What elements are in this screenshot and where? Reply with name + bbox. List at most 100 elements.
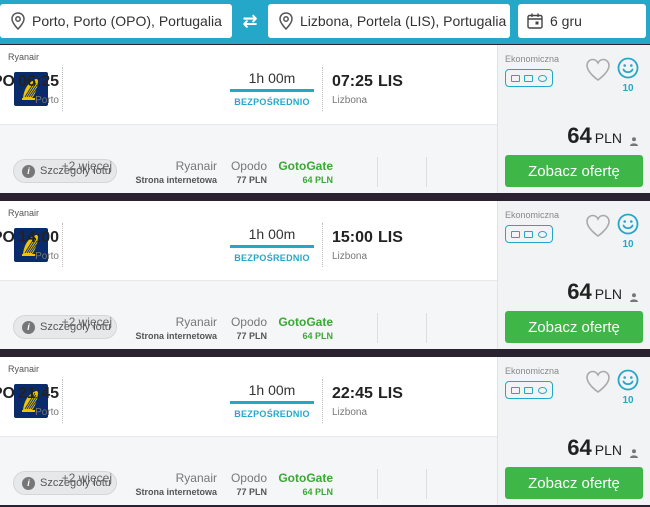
luggage-icon — [524, 386, 534, 394]
price-currency: PLN — [594, 442, 622, 458]
provider-sub: Strona internetowa — [135, 331, 217, 341]
cabin-amenities — [505, 225, 553, 243]
departure-time: 14:00 — [18, 229, 59, 246]
origin-code: OPO — [0, 229, 15, 246]
search-bar: Porto, Porto (OPO), Portugalia ⇄ Lizbona… — [0, 0, 650, 44]
smiley-icon — [617, 213, 639, 235]
separator — [377, 469, 378, 499]
provider-gotogate[interactable]: GotoGate 64 PLN — [278, 471, 333, 497]
flight-card: Ryanair OPO 06:25 Porto 1h 00m BEZPOŚRED… — [0, 45, 650, 193]
flight-card: Ryanair OPO 21:45 Porto 1h 00m BEZPOŚRED… — [0, 357, 650, 505]
provider-name: Opodo — [230, 159, 267, 173]
separator — [377, 313, 378, 343]
origin-city: Porto — [35, 251, 59, 262]
separator — [426, 157, 427, 187]
calendar-icon — [527, 13, 543, 29]
flight-duration: 1h 00m — [248, 70, 296, 86]
heart-icon[interactable] — [585, 57, 611, 83]
provider-price: 77 PLN — [236, 487, 267, 497]
separator — [62, 67, 63, 111]
view-offer-button[interactable]: Zobacz ofertę — [505, 311, 643, 343]
provider-price: 77 PLN — [236, 331, 267, 341]
view-offer-button[interactable]: Zobacz ofertę — [505, 467, 643, 499]
luggage-icon — [524, 74, 534, 82]
provider-gotogate[interactable]: GotoGate 64 PLN — [278, 315, 333, 341]
heart-icon[interactable] — [585, 213, 611, 239]
separator — [62, 379, 63, 423]
provider-name: Opodo — [230, 471, 267, 485]
rating-score: 10 — [622, 395, 634, 406]
rating-score: 10 — [622, 239, 634, 250]
smiley-icon — [617, 369, 639, 391]
provider-name: GotoGate — [278, 159, 333, 173]
provider-opodo[interactable]: Opodo 77 PLN — [231, 315, 267, 341]
departure-time: 06:25 — [18, 73, 59, 90]
provider-opodo[interactable]: Opodo 77 PLN — [231, 471, 267, 497]
flight-details-pane: Ryanair OPO 21:45 Porto 1h 00m BEZPOŚRED… — [0, 357, 497, 505]
separator — [322, 67, 323, 111]
destination-city: Lizbona — [332, 251, 368, 262]
more-providers-link[interactable]: +2 więcej — [62, 315, 112, 329]
duration-line — [230, 89, 314, 92]
provider-gotogate[interactable]: GotoGate 64 PLN — [278, 159, 333, 185]
provider-price: 77 PLN — [236, 175, 267, 185]
price-amount: 64 — [567, 123, 592, 148]
cabin-amenities — [505, 381, 553, 399]
separator — [426, 469, 427, 499]
provider-name: Ryanair — [175, 159, 217, 173]
direct-label: BEZPOŚREDNIO — [234, 409, 310, 419]
arrival-time: 15:00 — [332, 229, 373, 246]
flight-card: Ryanair OPO 14:00 Porto 1h 00m BEZPOŚRED… — [0, 201, 650, 349]
price-amount: 64 — [567, 279, 592, 304]
price-pane: Ekonomiczna 10 64 PLN Zobacz ofertę — [497, 45, 650, 193]
map-pin-icon — [11, 12, 25, 30]
phone-icon — [537, 74, 547, 82]
cabin-class: Ekonomiczna — [505, 210, 560, 220]
direct-label: BEZPOŚREDNIO — [234, 253, 310, 263]
seat-icon — [511, 386, 521, 394]
more-providers-link[interactable]: +2 więcej — [62, 159, 112, 173]
airline-name: Ryanair — [8, 364, 40, 374]
phone-icon — [537, 386, 547, 394]
duration-line — [230, 245, 314, 248]
map-pin-icon — [279, 12, 293, 30]
heart-icon[interactable] — [585, 369, 611, 395]
provider-opodo[interactable]: Opodo 77 PLN — [231, 159, 267, 185]
providers-row: i Szczegóły lotu +2 więcej Ryanair Stron… — [0, 436, 497, 505]
origin-city: Porto — [35, 95, 59, 106]
airline-name: Ryanair — [8, 52, 40, 62]
arrival-time: 22:45 — [332, 385, 373, 402]
flight-details-pane: Ryanair OPO 06:25 Porto 1h 00m BEZPOŚRED… — [0, 45, 497, 193]
destination-city: Lizbona — [332, 95, 368, 106]
price: 64 PLN — [567, 123, 622, 149]
origin-code: OPO — [0, 73, 15, 90]
provider-sub: Strona internetowa — [135, 487, 217, 497]
price: 64 PLN — [567, 279, 622, 305]
price: 64 PLN — [567, 435, 622, 461]
info-icon: i — [22, 476, 35, 490]
cabin-amenities — [505, 69, 553, 87]
view-offer-button[interactable]: Zobacz ofertę — [505, 155, 643, 187]
flight-duration: 1h 00m — [248, 382, 296, 398]
provider-ryanair[interactable]: Ryanair Strona internetowa — [135, 159, 217, 185]
date-field[interactable]: 6 gru — [518, 4, 646, 38]
destination-code: LIS — [378, 229, 403, 246]
phone-icon — [537, 230, 547, 238]
date-value: 6 gru — [550, 13, 582, 29]
provider-sub: Strona internetowa — [135, 175, 217, 185]
destination-field[interactable]: Lizbona, Portela (LIS), Portugalia — [268, 4, 510, 38]
provider-name: Ryanair — [175, 315, 217, 329]
swap-arrows-icon[interactable]: ⇄ — [236, 9, 264, 33]
more-providers-link[interactable]: +2 więcej — [62, 471, 112, 485]
provider-ryanair[interactable]: Ryanair Strona internetowa — [135, 315, 217, 341]
origin-city: Porto — [35, 407, 59, 418]
origin-field[interactable]: Porto, Porto (OPO), Portugalia — [0, 4, 232, 38]
provider-price: 64 PLN — [302, 487, 333, 497]
provider-name: Ryanair — [175, 471, 217, 485]
provider-ryanair[interactable]: Ryanair Strona internetowa — [135, 471, 217, 497]
price-currency: PLN — [594, 286, 622, 302]
origin-code: OPO — [0, 385, 15, 402]
arrival-time: 07:25 — [332, 73, 373, 90]
separator — [62, 223, 63, 267]
origin-value: Porto, Porto (OPO), Portugalia — [32, 13, 222, 29]
